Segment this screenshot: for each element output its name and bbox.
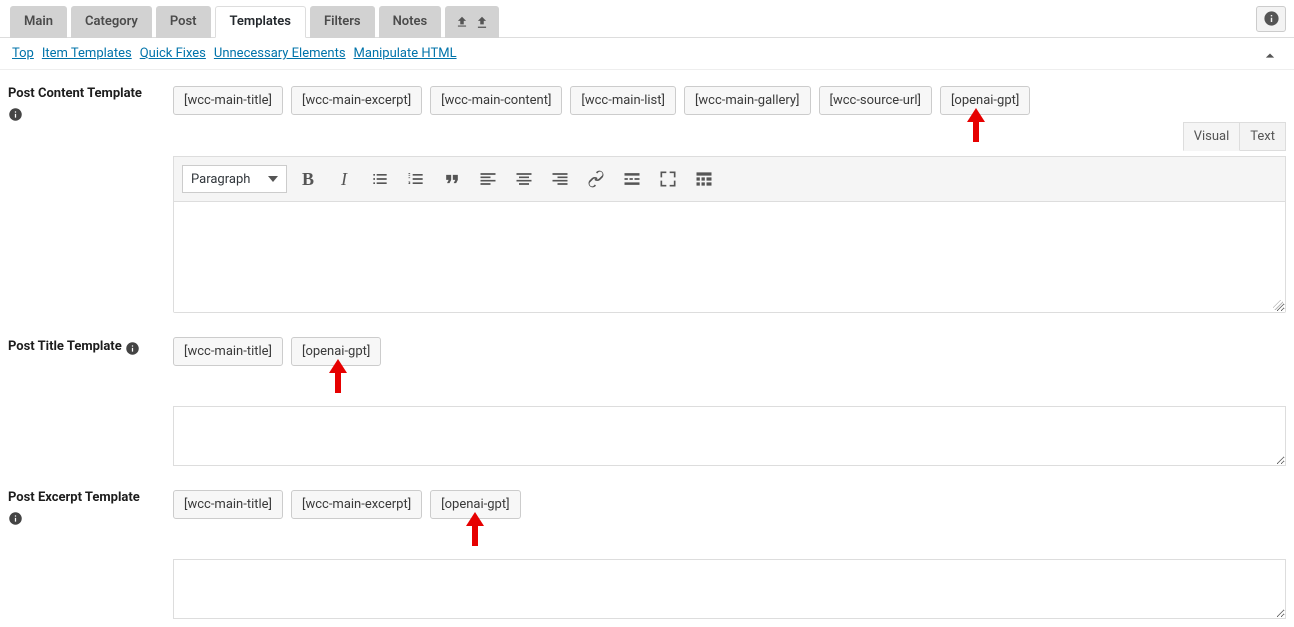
tab-main[interactable]: Main <box>10 6 67 38</box>
anchor-item-templates[interactable]: Item Templates <box>42 46 132 61</box>
section-label-content: Post Content Template <box>8 86 173 313</box>
align-right-icon <box>550 169 570 189</box>
editor-tab-text[interactable]: Text <box>1240 122 1286 151</box>
upload-icon <box>455 15 469 29</box>
chip-wcc-main-content[interactable]: [wcc-main-content] <box>430 86 562 115</box>
chip-wcc-main-list[interactable]: [wcc-main-list] <box>570 86 676 115</box>
chip-wcc-source-url[interactable]: [wcc-source-url] <box>819 86 932 115</box>
tab-category[interactable]: Category <box>71 6 152 38</box>
numbered-list-button[interactable] <box>401 165 431 193</box>
collapse-section-button[interactable] <box>1258 44 1282 68</box>
align-center-icon <box>514 169 534 189</box>
title-shortcode-chips: [wcc-main-title] [openai-gpt] <box>173 337 1286 366</box>
toolbar-toggle-icon <box>694 169 714 189</box>
section-label-text: Post Content Template <box>8 86 142 101</box>
info-icon <box>8 107 23 122</box>
chip-openai-gpt[interactable]: [openai-gpt] <box>430 490 520 519</box>
fullscreen-button[interactable] <box>653 165 683 193</box>
align-left-button[interactable] <box>473 165 503 193</box>
chip-wcc-main-title[interactable]: [wcc-main-title] <box>173 337 283 366</box>
link-icon <box>586 169 606 189</box>
info-icon <box>1263 10 1280 27</box>
download-icon <box>475 15 489 29</box>
info-content-button[interactable] <box>8 107 23 122</box>
chip-wcc-main-excerpt[interactable]: [wcc-main-excerpt] <box>291 490 422 519</box>
info-excerpt-button[interactable] <box>8 511 23 526</box>
title-template-textarea[interactable] <box>173 406 1286 466</box>
section-label-title: Post Title Template <box>8 337 173 466</box>
info-title-button[interactable] <box>125 341 140 356</box>
align-right-button[interactable] <box>545 165 575 193</box>
bold-icon: B <box>302 169 314 190</box>
anchor-manipulate-html[interactable]: Manipulate HTML <box>354 46 457 61</box>
italic-icon: I <box>341 169 347 190</box>
tab-import-export[interactable] <box>445 6 499 38</box>
tab-filters[interactable]: Filters <box>310 6 375 38</box>
chip-wcc-main-gallery[interactable]: [wcc-main-gallery] <box>684 86 811 115</box>
bold-button[interactable]: B <box>293 165 323 193</box>
format-select[interactable]: Paragraph <box>182 165 287 193</box>
excerpt-shortcode-chips: [wcc-main-title] [wcc-main-excerpt] [ope… <box>173 490 1286 519</box>
section-post-excerpt-template: Post Excerpt Template [wcc-main-title] [… <box>0 474 1294 627</box>
page-info-button[interactable] <box>1256 6 1286 32</box>
fullscreen-icon <box>658 169 678 189</box>
italic-button[interactable]: I <box>329 165 359 193</box>
toolbar-toggle-button[interactable] <box>689 165 719 193</box>
rich-editor: Paragraph B I <box>173 156 1286 313</box>
excerpt-template-textarea[interactable] <box>173 559 1286 619</box>
chip-wcc-main-title[interactable]: [wcc-main-title] <box>173 490 283 519</box>
section-post-title-template: Post Title Template [wcc-main-title] [op… <box>0 321 1294 474</box>
bullet-list-button[interactable] <box>365 165 395 193</box>
read-more-button[interactable] <box>617 165 647 193</box>
chip-openai-gpt[interactable]: [openai-gpt] <box>940 86 1030 115</box>
editor-mode-tabs: Visual Text <box>173 121 1286 150</box>
caret-down-icon <box>268 174 278 184</box>
numbered-list-icon <box>406 169 426 189</box>
blockquote-button[interactable] <box>437 165 467 193</box>
align-left-icon <box>478 169 498 189</box>
chip-wcc-main-title[interactable]: [wcc-main-title] <box>173 86 283 115</box>
section-label-excerpt: Post Excerpt Template <box>8 490 173 619</box>
anchor-quick-fixes[interactable]: Quick Fixes <box>140 46 206 61</box>
section-label-text: Post Excerpt Template <box>8 490 140 505</box>
content-editor-area[interactable] <box>174 202 1285 312</box>
read-more-icon <box>622 169 642 189</box>
bullet-list-icon <box>370 169 390 189</box>
section-label-text: Post Title Template <box>8 339 122 354</box>
align-center-button[interactable] <box>509 165 539 193</box>
tab-post[interactable]: Post <box>156 6 211 38</box>
tab-templates[interactable]: Templates <box>215 6 306 38</box>
chip-wcc-main-excerpt[interactable]: [wcc-main-excerpt] <box>291 86 422 115</box>
tab-notes[interactable]: Notes <box>379 6 442 38</box>
main-tabs: Main Category Post Templates Filters Not… <box>0 0 1294 38</box>
link-button[interactable] <box>581 165 611 193</box>
anchor-links: Top Item Templates Quick Fixes Unnecessa… <box>0 38 1294 70</box>
info-icon <box>125 341 140 356</box>
chip-openai-gpt[interactable]: [openai-gpt] <box>291 337 381 366</box>
editor-tab-visual[interactable]: Visual <box>1183 122 1241 151</box>
anchor-unnecessary-elements[interactable]: Unnecessary Elements <box>214 46 346 61</box>
blockquote-icon <box>442 169 462 189</box>
format-select-label: Paragraph <box>191 172 250 187</box>
info-icon <box>8 511 23 526</box>
anchor-top[interactable]: Top <box>12 46 34 61</box>
section-post-content-template: Post Content Template [wcc-main-title] [… <box>0 70 1294 321</box>
content-shortcode-chips: [wcc-main-title] [wcc-main-excerpt] [wcc… <box>173 86 1286 115</box>
chevron-up-icon <box>1260 46 1280 66</box>
editor-toolbar: Paragraph B I <box>174 157 1285 202</box>
